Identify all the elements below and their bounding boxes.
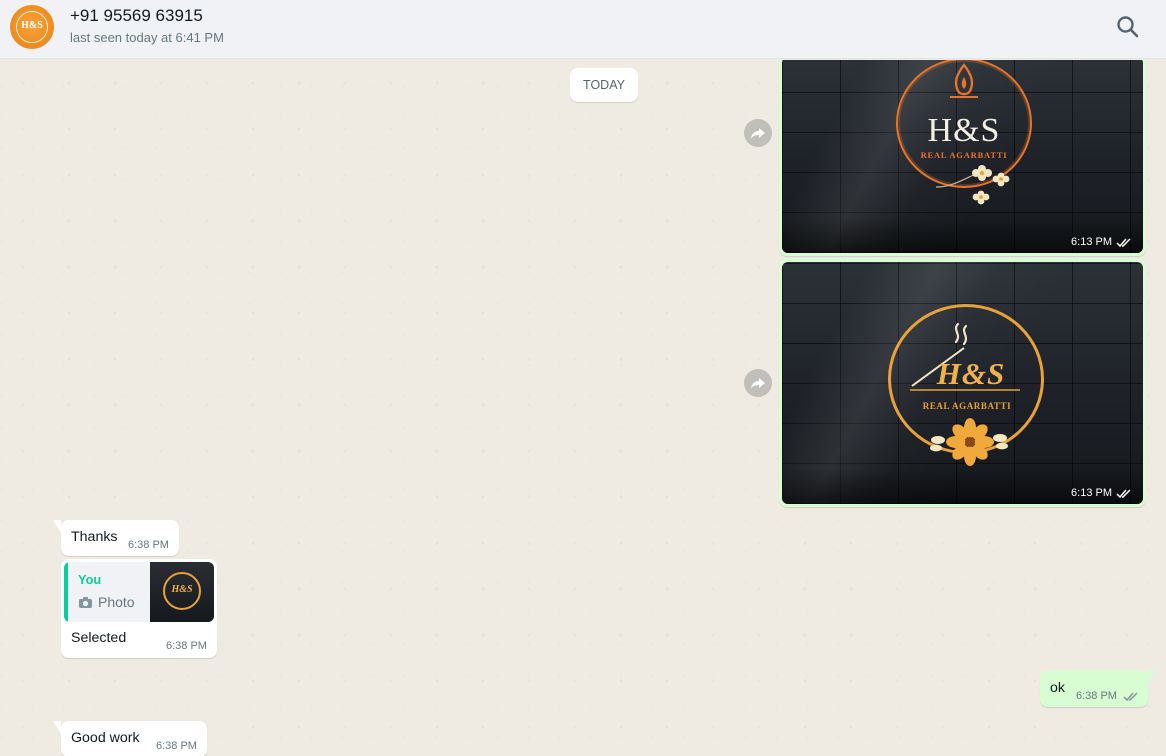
message-text: Selected — [71, 630, 127, 646]
logo-brand-text: H&S — [936, 356, 1006, 391]
message-text: Thanks — [71, 529, 118, 545]
brand-logo: H&S REAL AGARBATTI — [882, 300, 1052, 470]
message-time: 6:38 PM — [128, 539, 169, 551]
contact-name[interactable]: +91 95569 63915 — [70, 6, 203, 26]
image-message: H&S REAL AGARBATTI 6:13 PM — [779, 259, 1146, 507]
flower-decoration-icon — [935, 165, 1010, 205]
forward-button[interactable] — [744, 119, 772, 147]
quote-type-label: Photo — [98, 594, 135, 610]
search-button[interactable] — [1114, 13, 1142, 41]
message-meta: 6:13 PM — [1071, 236, 1133, 248]
image-thumbnail[interactable]: H&S REAL AGARBATTI 6:13 PM — [782, 262, 1143, 504]
message-time: 6:38 PM — [1076, 690, 1117, 702]
bubble-tail — [1148, 670, 1156, 683]
logo-brand-text: H&S — [927, 112, 1001, 149]
message-text: Good work — [71, 730, 140, 746]
contact-last-seen: last seen today at 6:41 PM — [70, 30, 224, 45]
incoming-message[interactable]: Thanks 6:38 PM — [53, 520, 179, 556]
message-time: 6:38 PM — [156, 740, 197, 752]
quote-type: Photo — [78, 594, 135, 610]
avatar[interactable]: H&S — [10, 5, 54, 49]
double-check-icon — [1116, 237, 1131, 247]
message-time: 6:13 PM — [1071, 487, 1112, 499]
chat-header: H&S +91 95569 63915 last seen today at 6… — [0, 0, 1166, 59]
incoming-message[interactable]: Good work 6:38 PM — [53, 721, 207, 756]
logo-tagline: REAL AGARBATTI — [922, 401, 1012, 411]
double-check-icon — [1123, 692, 1138, 702]
message-text: ok — [1050, 680, 1065, 696]
message-time: 6:38 PM — [166, 640, 207, 652]
bubble-tail — [53, 721, 61, 734]
search-icon — [1117, 16, 1139, 38]
quote-author: You — [78, 572, 102, 587]
thumbnail-logo-text: H&S — [171, 584, 193, 595]
double-check-icon — [1116, 488, 1131, 498]
bubble-tail — [53, 520, 61, 533]
image-message: H&S REAL AGARBATTI 6:13 PM — [779, 60, 1146, 256]
image-thumbnail[interactable]: H&S REAL AGARBATTI 6:13 PM — [782, 60, 1143, 253]
forward-button[interactable] — [744, 369, 772, 397]
message-meta: 6:13 PM — [1071, 487, 1133, 499]
quote-accent-bar — [64, 562, 68, 622]
chat-messages-pane[interactable]: TODAY H&S REAL AGARBATTI 6:13 PM H&S REA… — [0, 60, 1166, 756]
outgoing-message[interactable]: ok 6:38 PM — [1040, 670, 1156, 707]
forward-icon — [751, 128, 765, 139]
flower-decoration-icon — [930, 418, 1008, 466]
forward-icon — [751, 378, 765, 389]
camera-icon — [79, 596, 92, 608]
quoted-message[interactable]: You Photo H&S — [64, 562, 214, 622]
avatar-logo-text: H&S — [21, 20, 43, 31]
quote-thumbnail: H&S — [150, 562, 214, 622]
brand-logo: H&S REAL AGARBATTI — [894, 60, 1034, 209]
message-time: 6:13 PM — [1071, 236, 1112, 248]
date-divider: TODAY — [570, 68, 638, 102]
logo-tagline: REAL AGARBATTI — [920, 150, 1008, 160]
incoming-reply-message[interactable]: You Photo H&S Selected 6:38 PM — [61, 559, 217, 658]
